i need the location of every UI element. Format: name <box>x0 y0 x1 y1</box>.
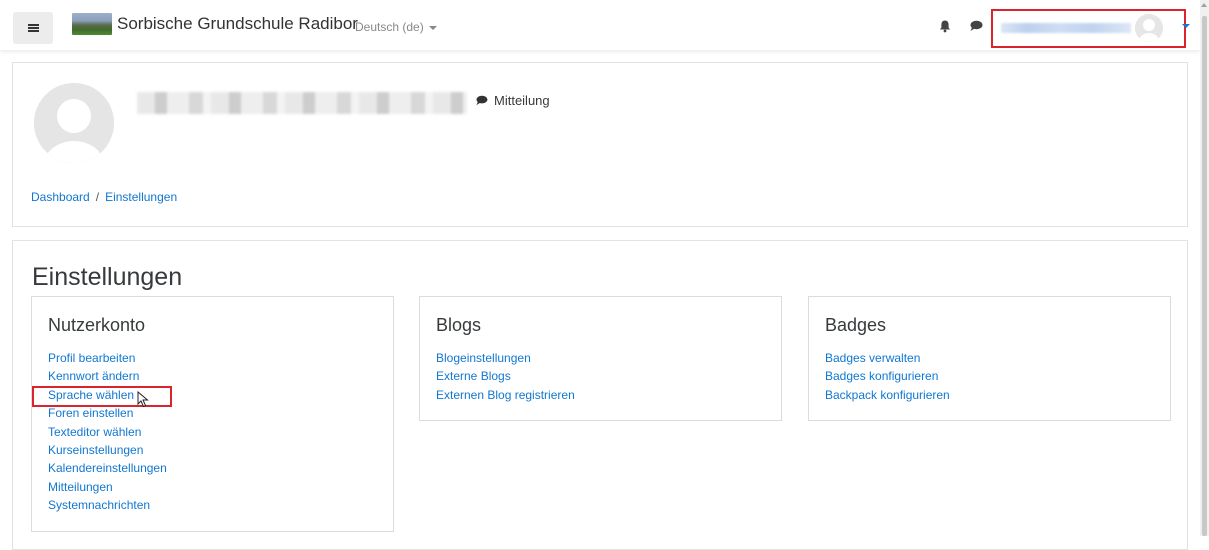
navbar: Sorbische Grundschule Radibor Deutsch (d… <box>0 0 1200 50</box>
user-menu[interactable] <box>991 9 1190 48</box>
link-edit-profile[interactable]: Profil bearbeiten <box>48 351 135 365</box>
message-label: Mitteilung <box>494 93 550 108</box>
menu-toggle-button[interactable] <box>13 12 53 44</box>
link-list: Badges verwalten Badges konfigurieren Ba… <box>825 349 950 404</box>
breadcrumb-separator: / <box>95 190 100 204</box>
panel-title: Nutzerkonto <box>48 315 146 335</box>
breadcrumb: Dashboard / Einstellungen <box>31 190 177 204</box>
link-change-password[interactable]: Kennwort ändern <box>48 369 139 383</box>
link-manage-badges[interactable]: Badges verwalten <box>825 351 920 365</box>
chevron-down-icon <box>1182 24 1190 28</box>
site-logo[interactable] <box>72 13 112 35</box>
link-text-editor[interactable]: Texteditor wählen <box>48 425 141 439</box>
link-course-settings[interactable]: Kurseinstellungen <box>48 443 143 457</box>
panel-title: Blogs <box>436 315 482 335</box>
scroll-up-arrow-icon[interactable] <box>1201 3 1207 7</box>
profile-header: Mitteilung Dashboard / Einstellungen <box>12 62 1188 227</box>
message-button[interactable]: Mitteilung <box>475 93 550 108</box>
panel-blogs: Blogs Blogeinstellungen Externe Blogs Ex… <box>419 296 782 421</box>
panel-title: Badges <box>825 315 887 335</box>
mouse-cursor-icon <box>137 391 149 408</box>
link-blog-settings[interactable]: Blogeinstellungen <box>436 351 531 365</box>
language-menu[interactable]: Deutsch (de) <box>355 20 437 34</box>
link-external-blogs[interactable]: Externe Blogs <box>436 369 511 383</box>
link-system-messages[interactable]: Systemnachrichten <box>48 498 150 512</box>
panel-badges: Badges Badges verwalten Badges konfiguri… <box>808 296 1171 421</box>
site-name-link[interactable]: Sorbische Grundschule Radibor <box>117 14 358 34</box>
link-configure-backpack[interactable]: Backpack konfigurieren <box>825 388 950 402</box>
user-avatar <box>1135 14 1163 42</box>
user-name-redacted <box>1001 23 1131 33</box>
link-calendar-settings[interactable]: Kalendereinstellungen <box>48 461 167 475</box>
bell-icon[interactable] <box>938 19 952 33</box>
profile-avatar <box>34 83 114 163</box>
message-icon <box>476 95 488 106</box>
link-register-external-blog[interactable]: Externen Blog registrieren <box>436 388 575 402</box>
scrollbar-thumb[interactable] <box>1202 16 1207 536</box>
link-notifications[interactable]: Mitteilungen <box>48 480 113 494</box>
profile-name-redacted <box>137 92 467 114</box>
settings-card: Einstellungen Nutzerkonto Profil bearbei… <box>12 240 1188 550</box>
messages-icon[interactable] <box>969 20 983 32</box>
link-choose-language[interactable]: Sprache wählen <box>48 388 134 402</box>
link-list: Blogeinstellungen Externe Blogs Externen… <box>436 349 575 404</box>
link-list: Profil bearbeiten Kennwort ändern Sprach… <box>48 349 167 515</box>
breadcrumb-settings[interactable]: Einstellungen <box>105 190 177 204</box>
chevron-down-icon <box>428 25 437 30</box>
page-title: Einstellungen <box>32 263 183 291</box>
panel-user-account: Nutzerkonto Profil bearbeiten Kennwort ä… <box>31 296 394 532</box>
link-forum-settings[interactable]: Foren einstellen <box>48 406 133 420</box>
hamburger-icon <box>27 24 39 32</box>
breadcrumb-dashboard[interactable]: Dashboard <box>31 190 90 204</box>
language-label: Deutsch (de) <box>355 20 424 34</box>
link-configure-badges[interactable]: Badges konfigurieren <box>825 369 938 383</box>
